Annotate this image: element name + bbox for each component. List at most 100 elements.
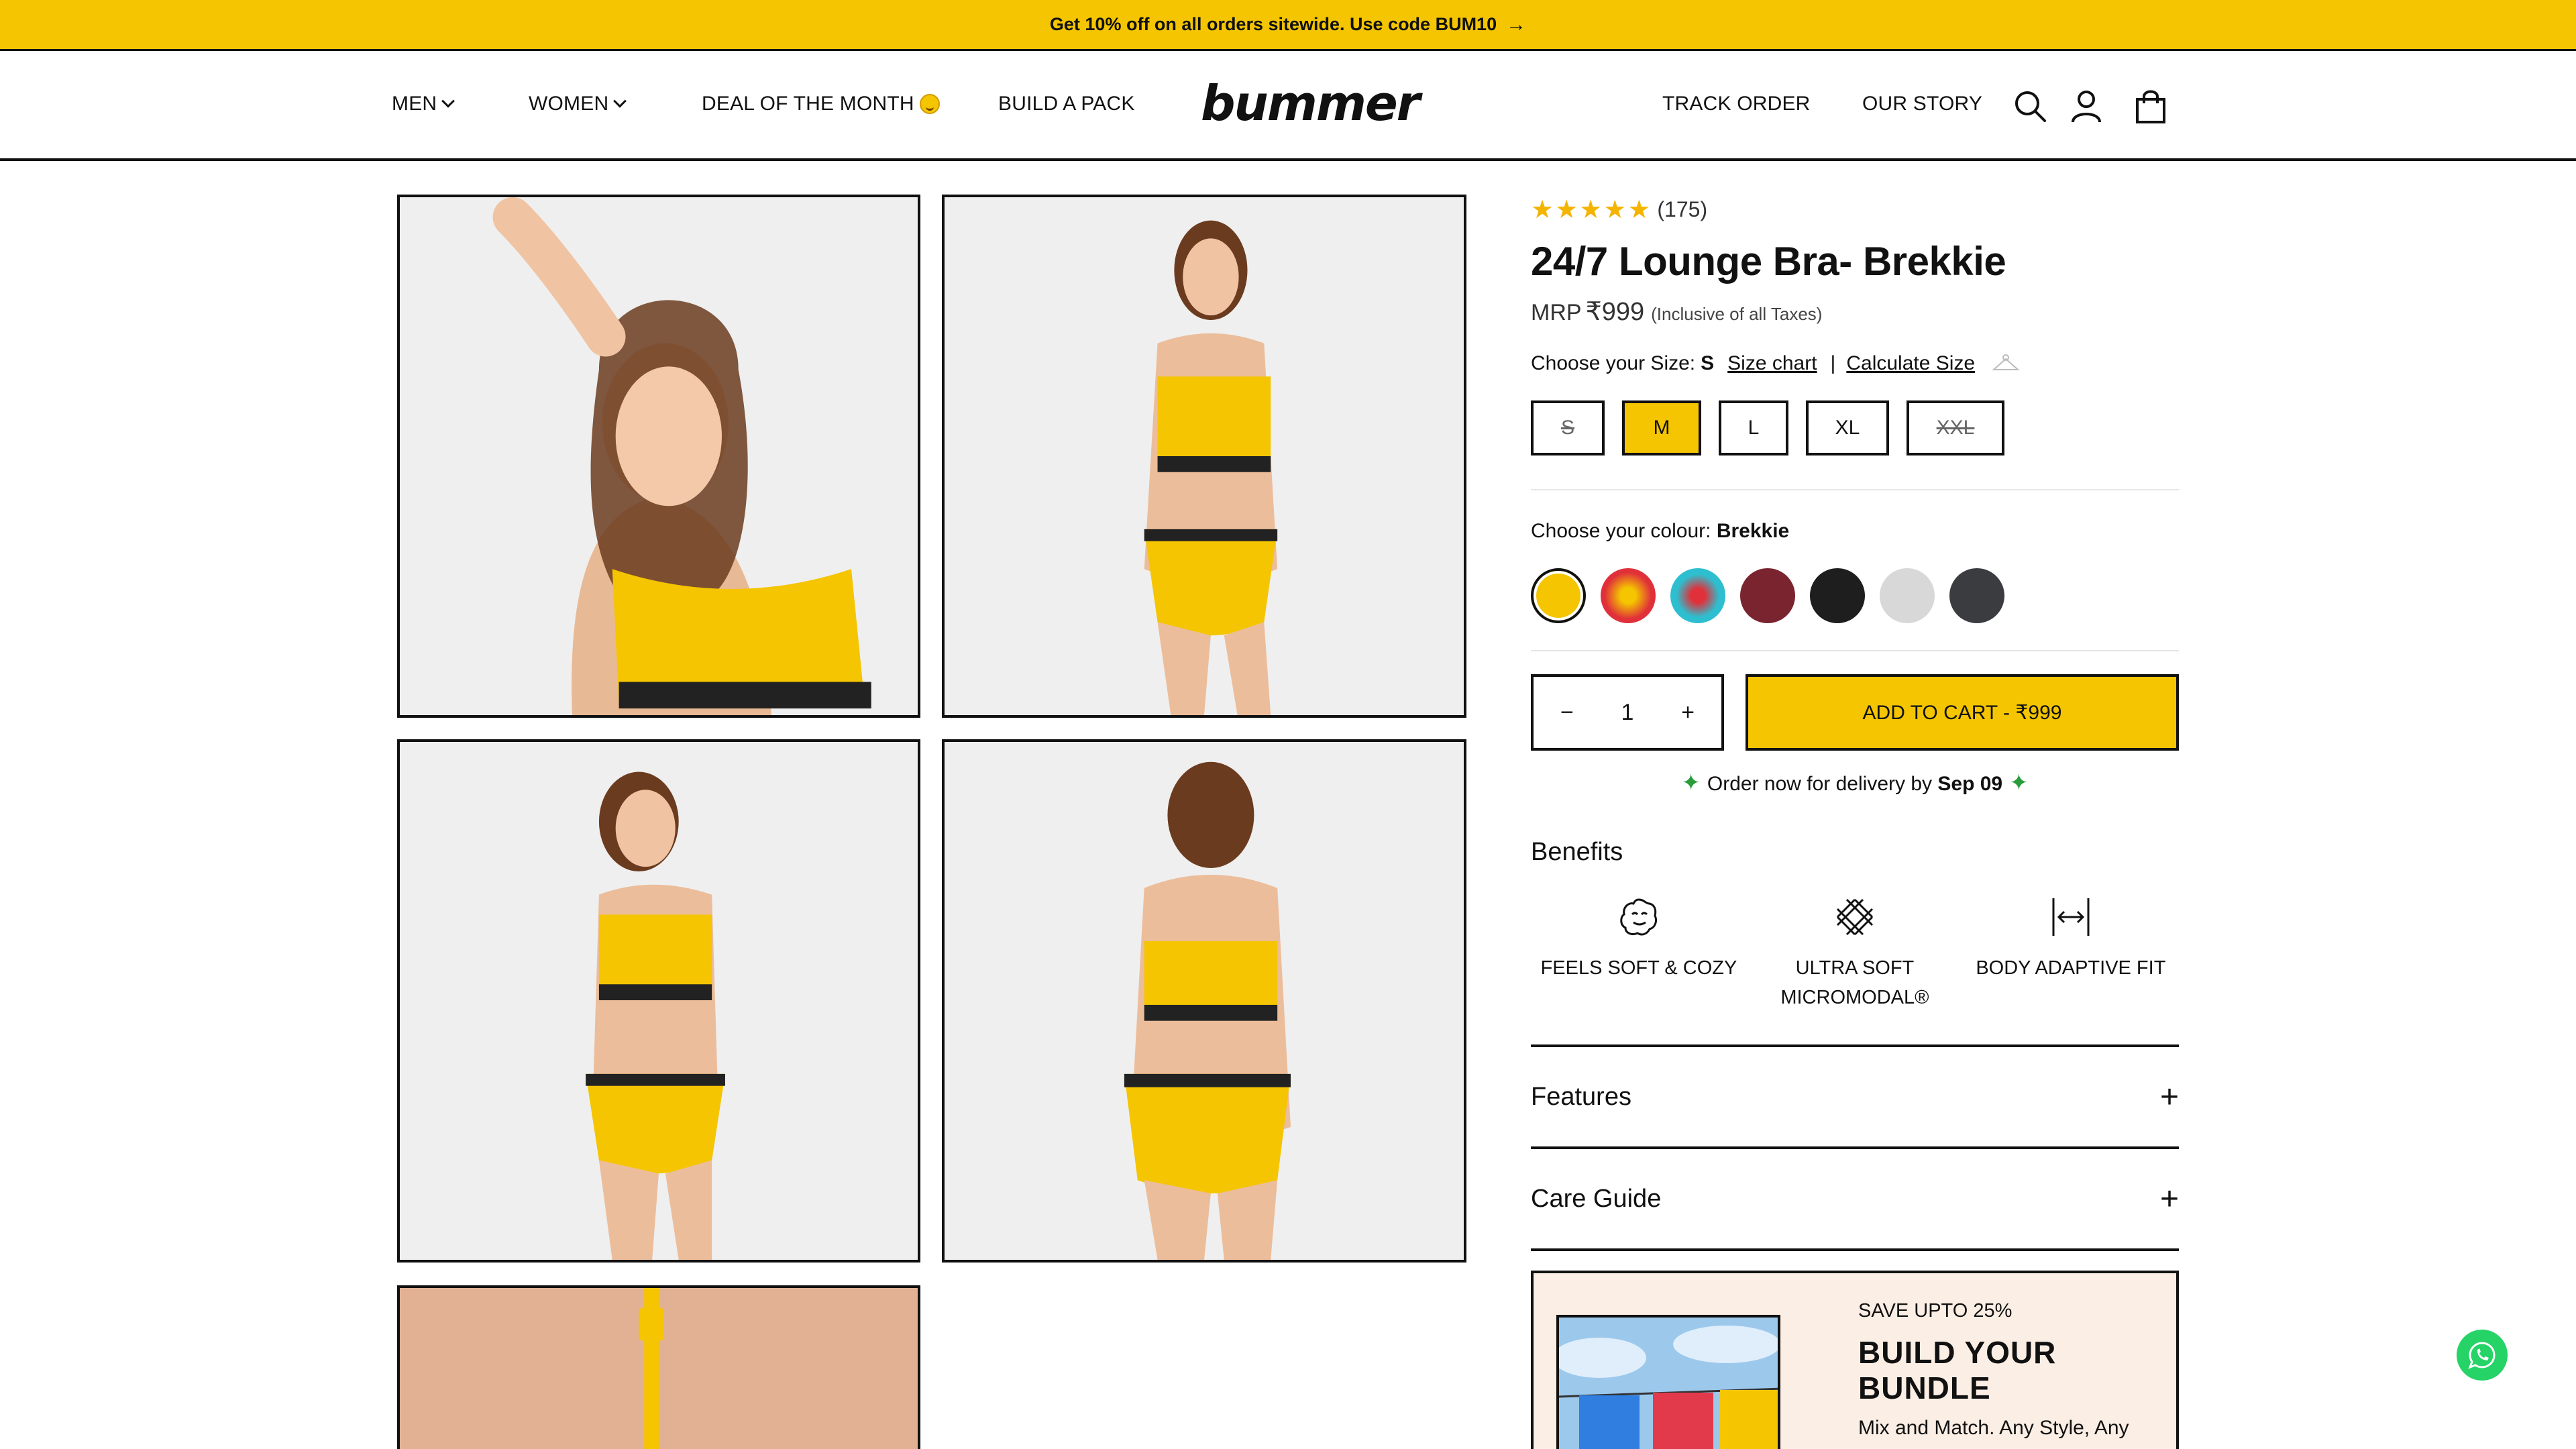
nav-track-order[interactable]: TRACK ORDER xyxy=(1662,93,1811,115)
site-header: MEN WOMEN DEAL OF THE MONTH BUILD A PACK… xyxy=(0,51,2576,161)
star-icon: ★ xyxy=(1531,196,1554,224)
swatch-red[interactable] xyxy=(1601,568,1656,623)
sparkle-icon: ✦ xyxy=(2009,770,2029,796)
price-value: ₹999 xyxy=(1585,298,1645,326)
colour-selected: Brekkie xyxy=(1716,520,1790,542)
nav-pack-label: BUILD A PACK xyxy=(998,93,1135,115)
arrow-right-icon: → xyxy=(1506,13,1527,36)
star-icon: ★ xyxy=(1555,196,1578,224)
calculate-size-link[interactable]: Calculate Size xyxy=(1846,352,1975,375)
nav-women[interactable]: WOMEN xyxy=(529,93,627,115)
swatch-brekkie[interactable] xyxy=(1531,568,1586,623)
swatch-grey[interactable] xyxy=(1880,568,1935,623)
qty-value[interactable]: 1 xyxy=(1621,700,1634,726)
swatch-black[interactable] xyxy=(1810,568,1865,623)
product-title: 24/7 Lounge Bra- Brekkie xyxy=(1531,239,2006,284)
colour-row: Choose your colour: Brekkie xyxy=(1531,520,2179,543)
separator: | xyxy=(1830,352,1836,374)
delivery-date: Sep 09 xyxy=(1937,773,2003,795)
nav-story-label: OUR STORY xyxy=(1862,93,1983,115)
hanger-icon xyxy=(1992,354,2020,370)
swatch-teal[interactable] xyxy=(1670,568,1725,623)
size-option-l[interactable]: L xyxy=(1719,400,1788,455)
bundle-promo-card[interactable]: SAVE UPTO 25% BUILD YOUR BUNDLE Mix and … xyxy=(1531,1271,2179,1449)
announcement-bar[interactable]: Get 10% off on all orders sitewide. Use … xyxy=(0,0,2576,51)
product-image-1[interactable] xyxy=(397,195,920,718)
divider xyxy=(1531,650,2179,651)
nav-men-label: MEN xyxy=(392,93,437,115)
accordion-label: Features xyxy=(1531,1082,1631,1111)
product-image-3[interactable] xyxy=(397,739,920,1263)
benefit-label: BODY ADAPTIVE FIT xyxy=(1976,957,2166,979)
search-icon[interactable] xyxy=(2011,87,2049,125)
star-icon: ★ xyxy=(1603,196,1627,224)
cloud-face-icon xyxy=(1531,894,1747,941)
benefit-micromodal: ULTRA SOFT MICROMODAL® xyxy=(1747,894,1963,1012)
star-icon: ★ xyxy=(1579,196,1603,224)
benefits-list: FEELS SOFT & COZY ULTRA SOFT MICROMODAL®… xyxy=(1531,894,2179,1012)
product-image-4[interactable] xyxy=(942,739,1466,1263)
nav-track-label: TRACK ORDER xyxy=(1662,93,1811,115)
sparkle-icon: ✦ xyxy=(1681,770,1701,796)
nav-men[interactable]: MEN xyxy=(392,93,455,115)
size-row: Choose your Size: S Size chart | Calcula… xyxy=(1531,352,2179,375)
size-option-xl[interactable]: XL xyxy=(1806,400,1889,455)
product-image-5[interactable] xyxy=(397,1285,920,1449)
product-image-2[interactable] xyxy=(942,195,1466,718)
bundle-description: Mix and Match. Any Style, Any xyxy=(1858,1417,2129,1439)
announcement-text: Get 10% off on all orders sitewide. Use … xyxy=(1049,14,1497,34)
price-row: MRP ₹999 (Inclusive of all Taxes) xyxy=(1531,297,2179,327)
size-selected: S xyxy=(1701,352,1715,374)
bundle-save-text: SAVE UPTO 25% xyxy=(1858,1300,2012,1322)
colour-label: Choose your colour: xyxy=(1531,520,1711,542)
delivery-note: ✦ Order now for delivery by Sep 09 ✦ xyxy=(1531,769,2179,796)
cart-row: − 1 + ADD TO CART - ₹999 xyxy=(1531,674,2179,751)
bundle-image xyxy=(1556,1315,1780,1449)
mrp-label: MRP xyxy=(1531,300,1582,325)
benefit-adaptive-fit: BODY ADAPTIVE FIT xyxy=(1963,894,2179,1012)
qty-decrease-button[interactable]: − xyxy=(1560,700,1574,726)
chevron-down-icon xyxy=(441,94,455,108)
accordion-label: Care Guide xyxy=(1531,1184,1662,1213)
divider xyxy=(1531,489,2179,490)
swatch-charcoal[interactable] xyxy=(1949,568,2004,623)
bag-icon[interactable] xyxy=(2132,87,2169,125)
accordion: Features + Care Guide + xyxy=(1531,1044,2179,1251)
size-chart-link[interactable]: Size chart xyxy=(1727,352,1817,375)
size-options: S M L XL XXL xyxy=(1531,400,2179,455)
accordion-care-guide[interactable]: Care Guide + xyxy=(1531,1146,2179,1248)
benefit-soft: FEELS SOFT & COZY xyxy=(1531,894,1747,1012)
fabric-weave-icon xyxy=(1747,894,1963,941)
quantity-stepper: − 1 + xyxy=(1531,674,1724,751)
product-info: ★ ★ ★ ★ ★ (175) 24/7 Lounge Bra- Brekkie… xyxy=(1531,195,2179,1251)
size-option-m[interactable]: M xyxy=(1622,400,1701,455)
add-to-cart-button[interactable]: ADD TO CART - ₹999 xyxy=(1746,674,2179,751)
nav-deal-label: DEAL OF THE MONTH xyxy=(702,93,914,115)
accordion-features[interactable]: Features + xyxy=(1531,1044,2179,1146)
benefits-title: Benefits xyxy=(1531,838,1623,866)
user-icon[interactable] xyxy=(2068,87,2105,125)
delivery-prefix: Order now for delivery by xyxy=(1707,773,1933,795)
plus-icon: + xyxy=(2159,1181,2179,1217)
smiley-icon xyxy=(919,94,940,114)
bundle-title: BUILD YOUR BUNDLE xyxy=(1858,1335,2057,1405)
size-label: Choose your Size: xyxy=(1531,352,1696,374)
swatch-maroon[interactable] xyxy=(1740,568,1795,623)
star-icon: ★ xyxy=(1627,196,1651,224)
plus-icon: + xyxy=(2159,1079,2179,1115)
divider xyxy=(1531,1248,2179,1251)
brand-logo[interactable]: bummer xyxy=(1201,75,1420,131)
nav-deal-of-the-month[interactable]: DEAL OF THE MONTH xyxy=(702,93,940,115)
rating-count: (175) xyxy=(1657,197,1708,221)
nav-build-a-pack[interactable]: BUILD A PACK xyxy=(998,93,1135,115)
stretch-arrows-icon xyxy=(1963,894,2179,941)
size-option-xxl[interactable]: XXL xyxy=(1907,400,2004,455)
nav-our-story[interactable]: OUR STORY xyxy=(1862,93,1982,115)
benefit-label: FEELS SOFT & COZY xyxy=(1540,957,1737,979)
colour-swatches xyxy=(1531,568,2179,623)
size-option-s[interactable]: S xyxy=(1531,400,1605,455)
rating[interactable]: ★ ★ ★ ★ ★ (175) xyxy=(1531,195,2179,225)
qty-increase-button[interactable]: + xyxy=(1681,700,1695,726)
whatsapp-icon[interactable] xyxy=(2457,1330,2508,1381)
tax-note: (Inclusive of all Taxes) xyxy=(1651,304,1823,324)
